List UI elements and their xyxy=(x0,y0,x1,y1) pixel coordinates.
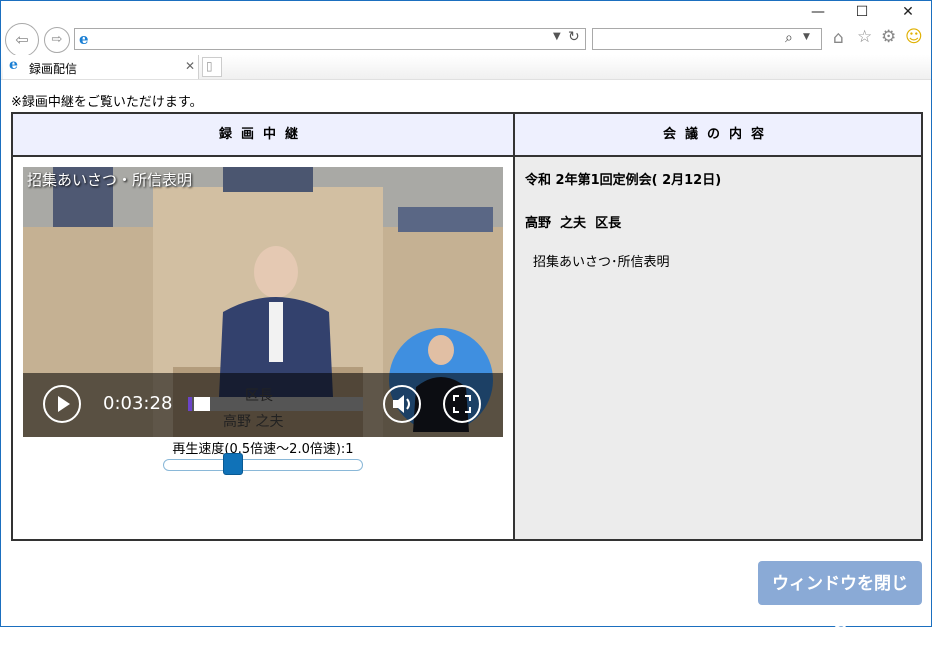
back-button[interactable]: ⇦ xyxy=(5,23,39,57)
minimize-icon: — xyxy=(811,4,825,20)
speed-label: 再生速度(0.5倍速〜2.0倍速):1 xyxy=(172,442,354,457)
close-icon: ✕ xyxy=(902,4,914,20)
fullscreen-button[interactable] xyxy=(443,385,481,423)
smiley-feedback-icon[interactable]: ☺ xyxy=(905,27,923,47)
ie-page-icon: e xyxy=(79,30,89,48)
new-tab-button[interactable]: ▯ xyxy=(202,57,222,77)
current-time: 0:03:28 xyxy=(103,393,173,414)
speaker-name: 高野 之夫 区長 xyxy=(525,216,622,231)
lectern-title: 区長 xyxy=(245,388,273,404)
play-icon xyxy=(58,396,70,412)
forward-arrow-icon: ⇨ xyxy=(51,32,63,47)
speed-slider-thumb[interactable] xyxy=(223,453,243,475)
back-arrow-icon: ⇦ xyxy=(15,30,29,49)
fullscreen-icon xyxy=(453,395,471,413)
maximize-icon: ☐ xyxy=(855,4,869,20)
notice-text: ※録画中継をご覧いただけます。 xyxy=(11,95,203,110)
meeting-details: 令和 2年第1回定例会( 2月12日) 高野 之夫 区長 招集あいさつ･所信表明 xyxy=(515,157,921,539)
close-window-button[interactable]: ✕ xyxy=(893,3,923,21)
search-dropdown-icon[interactable]: ▼ xyxy=(803,32,810,42)
close-window-page-button[interactable]: ウィンドウを閉じる xyxy=(758,561,922,637)
settings-gear-icon[interactable]: ⚙ xyxy=(881,27,896,47)
refresh-icon[interactable]: ↻ xyxy=(568,29,580,45)
tab-bar: e 録画配信 ✕ ▯ xyxy=(1,55,931,80)
maximize-button[interactable]: ☐ xyxy=(847,3,877,21)
tab-title: 録画配信 xyxy=(29,62,78,76)
progress-handle[interactable] xyxy=(194,397,210,411)
browser-window: — ☐ ✕ ⇦ ⇨ e ▼ ↻ ⌕ ▼ ⌂ ☆ ⚙ ☺ e 録画配信 ✕ ▯ ※ xyxy=(0,0,932,637)
video-caption: 招集あいさつ・所信表明 xyxy=(27,171,193,189)
forward-button[interactable]: ⇨ xyxy=(44,27,70,53)
play-button[interactable] xyxy=(43,385,81,423)
lectern-name: 高野 之夫 xyxy=(223,414,284,430)
navigation-bar: ⇦ ⇨ e ▼ ↻ ⌕ ▼ ⌂ ☆ ⚙ ☺ xyxy=(1,23,931,57)
volume-button[interactable] xyxy=(383,385,421,423)
progress-track[interactable] xyxy=(188,397,363,411)
speed-slider-track[interactable] xyxy=(163,459,363,471)
title-bar: — ☐ ✕ xyxy=(1,1,931,23)
home-icon[interactable]: ⌂ xyxy=(833,28,844,48)
minimize-button[interactable]: — xyxy=(803,3,833,21)
dropdown-arrow-icon[interactable]: ▼ xyxy=(553,31,561,42)
video-controls: 0:03:28 区長 高野 之夫 xyxy=(23,373,503,437)
progress-fill xyxy=(188,397,192,411)
page-content: ※録画中継をご覧いただけます。 録画中継 会議の内容 招集あいさつ・所信表明 0… xyxy=(2,80,930,637)
search-icon[interactable]: ⌕ xyxy=(785,30,793,46)
video-player[interactable]: 招集あいさつ・所信表明 0:03:28 区長 高野 之夫 xyxy=(23,167,503,437)
search-box[interactable]: ⌕ ▼ xyxy=(592,28,822,50)
tab-close-icon[interactable]: ✕ xyxy=(185,59,195,73)
tab-recording[interactable]: e 録画配信 ✕ xyxy=(3,55,199,79)
ie-tab-icon: e xyxy=(9,57,18,73)
address-bar[interactable]: e ▼ ↻ xyxy=(74,28,586,50)
favorites-star-icon[interactable]: ☆ xyxy=(857,27,872,47)
right-header: 会議の内容 xyxy=(515,114,921,157)
new-tab-icon: ▯ xyxy=(206,59,213,73)
left-header: 録画中継 xyxy=(13,114,513,157)
meeting-title: 令和 2年第1回定例会( 2月12日) xyxy=(525,173,722,188)
main-table: 録画中継 会議の内容 招集あいさつ・所信表明 0:03:28 区長 高野 之夫 … xyxy=(11,112,923,541)
speaker-icon xyxy=(393,395,410,413)
agenda-topic: 招集あいさつ･所信表明 xyxy=(533,255,670,270)
